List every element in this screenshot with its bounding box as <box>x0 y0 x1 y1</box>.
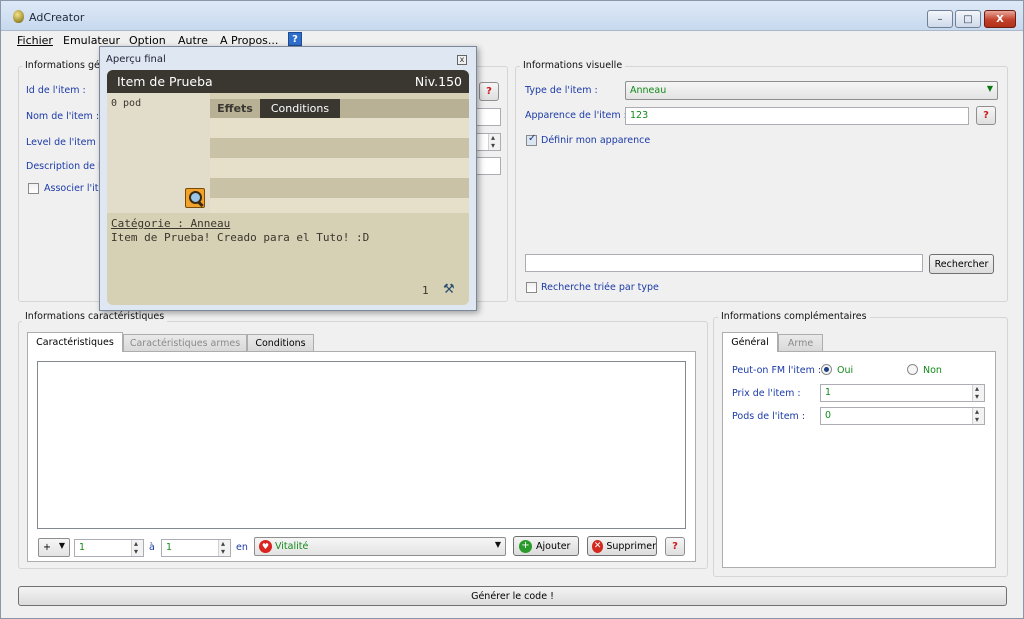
description-input[interactable] <box>474 157 501 175</box>
tab-weapon-characteristics[interactable]: Caractéristiques armes <box>123 334 247 352</box>
help-icon[interactable]: ? <box>288 32 302 46</box>
pods-value: 0 <box>825 410 832 421</box>
magnifier-icon[interactable] <box>185 188 205 208</box>
appearance-label: Apparence de l'item : <box>525 110 627 121</box>
level-label: Level de l'item : <box>26 137 102 148</box>
delete-button-label: Supprimer <box>606 540 656 552</box>
name-input[interactable] <box>474 108 501 126</box>
pods-label: Pods de l'item : <box>732 411 806 422</box>
close-button[interactable]: X <box>984 10 1016 28</box>
effect-row <box>210 198 469 213</box>
level-spinbox[interactable] <box>474 132 501 152</box>
title-bar[interactable]: AdCreator – □ X <box>1 1 1023 31</box>
sign-combobox[interactable]: + ▼ <box>38 538 70 557</box>
generate-code-button[interactable]: Générer le code ! <box>18 586 1007 606</box>
define-appearance-label: Définir mon apparence <box>541 135 651 146</box>
item-description: Item de Prueba! Creado para el Tuto! :D <box>111 231 370 244</box>
pods-spin-arrows[interactable] <box>972 406 984 426</box>
sorted-search-label: Recherche triée par type <box>541 282 659 293</box>
from-spin-arrows[interactable] <box>131 538 143 558</box>
search-button[interactable]: Rechercher <box>929 254 994 274</box>
en-label: en <box>236 542 248 553</box>
level-spin-arrows[interactable] <box>488 132 500 152</box>
delete-icon: ✕ <box>592 539 604 553</box>
item-card: Item de Prueba Niv.150 0 pod Effets Cond… <box>107 70 469 305</box>
price-label: Prix de l'item : <box>732 388 801 399</box>
general-help-button[interactable]: ? <box>479 82 499 101</box>
preview-dialog[interactable]: Aperçu final x Item de Prueba Niv.150 0 … <box>99 46 477 311</box>
preview-title: Aperçu final <box>106 54 166 65</box>
price-value: 1 <box>825 387 832 398</box>
maximize-button[interactable]: □ <box>955 10 981 28</box>
sign-value: + <box>43 542 51 553</box>
pods-spinbox[interactable]: 0 <box>820 406 985 426</box>
id-label: Id de l'item : <box>26 85 86 96</box>
name-label: Nom de l'item : <box>26 111 100 122</box>
associate-checkbox[interactable] <box>28 183 39 194</box>
visual-info-title: Informations visuelle <box>520 60 626 71</box>
define-appearance-checkbox[interactable] <box>526 133 537 146</box>
wrench-icon[interactable]: ⚒ <box>443 283 457 297</box>
fm-label: Peut-on FM l'item : <box>732 365 822 376</box>
fm-no-label: Non <box>923 365 942 376</box>
tab-effects[interactable]: Effets <box>210 99 260 118</box>
stat-combobox[interactable]: ♥ Vitalité ▼ <box>254 537 506 556</box>
tab-card-conditions[interactable]: Conditions <box>260 99 340 118</box>
fm-no-radio[interactable] <box>907 364 918 375</box>
add-icon: + <box>519 539 532 553</box>
associate-label: Associer l'ite <box>44 183 105 194</box>
to-spin-arrows[interactable] <box>218 538 230 558</box>
stat-value: Vitalité <box>275 541 309 552</box>
menu-fichier[interactable]: Fichier <box>17 34 53 47</box>
from-spinbox[interactable]: 1 <box>74 538 144 558</box>
chevron-down-icon: ▼ <box>494 540 501 549</box>
tab-weapon[interactable]: Arme <box>778 334 823 352</box>
fm-yes-radio[interactable] <box>821 364 832 375</box>
app-window: AdCreator – □ X Fichier Emulateur Option… <box>0 0 1024 619</box>
description-label: Description de l'i <box>26 161 106 172</box>
type-label: Type de l'item : <box>525 85 598 96</box>
to-value: 1 <box>166 542 173 553</box>
characteristics-title: Informations caractéristiques <box>22 311 168 322</box>
characteristics-list[interactable] <box>37 361 686 529</box>
effect-row <box>210 138 469 158</box>
add-button[interactable]: + Ajouter <box>513 536 579 556</box>
item-card-header: Item de Prueba Niv.150 <box>107 70 469 93</box>
to-spinbox[interactable]: 1 <box>161 538 231 558</box>
tab-conditions[interactable]: Conditions <box>247 334 314 352</box>
item-category: Catégorie : Anneau <box>111 217 231 230</box>
tab-general[interactable]: Général <box>722 332 778 352</box>
minimize-button[interactable]: – <box>927 10 953 28</box>
item-name: Item de Prueba <box>117 74 213 89</box>
preview-close-button[interactable]: x <box>457 55 467 65</box>
add-button-label: Ajouter <box>536 540 571 552</box>
window-title: AdCreator <box>29 11 85 24</box>
sorted-search-checkbox[interactable] <box>526 282 537 293</box>
chevron-down-icon: ▼ <box>58 541 65 550</box>
heart-icon: ♥ <box>259 540 272 553</box>
appearance-input[interactable]: 123 <box>625 107 969 125</box>
type-combobox[interactable]: Anneau ▼ <box>625 81 998 100</box>
item-level: Niv.150 <box>414 74 462 89</box>
fm-yes-label: Oui <box>837 365 854 376</box>
price-spinbox[interactable]: 1 <box>820 383 985 403</box>
item-quantity: 1 <box>422 284 429 297</box>
effect-row <box>210 158 469 178</box>
chevron-down-icon: ▼ <box>986 84 993 93</box>
characteristics-help-button[interactable]: ? <box>665 537 685 556</box>
effect-row <box>210 178 469 198</box>
visual-help-button[interactable]: ? <box>976 106 996 125</box>
general-info-title: Informations gén <box>22 60 109 71</box>
price-spin-arrows[interactable] <box>972 383 984 403</box>
delete-button[interactable]: ✕ Supprimer <box>587 536 657 556</box>
type-value: Anneau <box>630 85 667 96</box>
item-weight: 0 pod <box>111 98 142 109</box>
search-input[interactable] <box>525 254 923 272</box>
tab-characteristics[interactable]: Caractéristiques <box>27 332 123 352</box>
effect-row <box>210 118 469 138</box>
from-value: 1 <box>79 542 86 553</box>
to-label: à <box>149 542 155 553</box>
app-icon <box>13 10 24 23</box>
complementary-title: Informations complémentaires <box>718 311 870 322</box>
